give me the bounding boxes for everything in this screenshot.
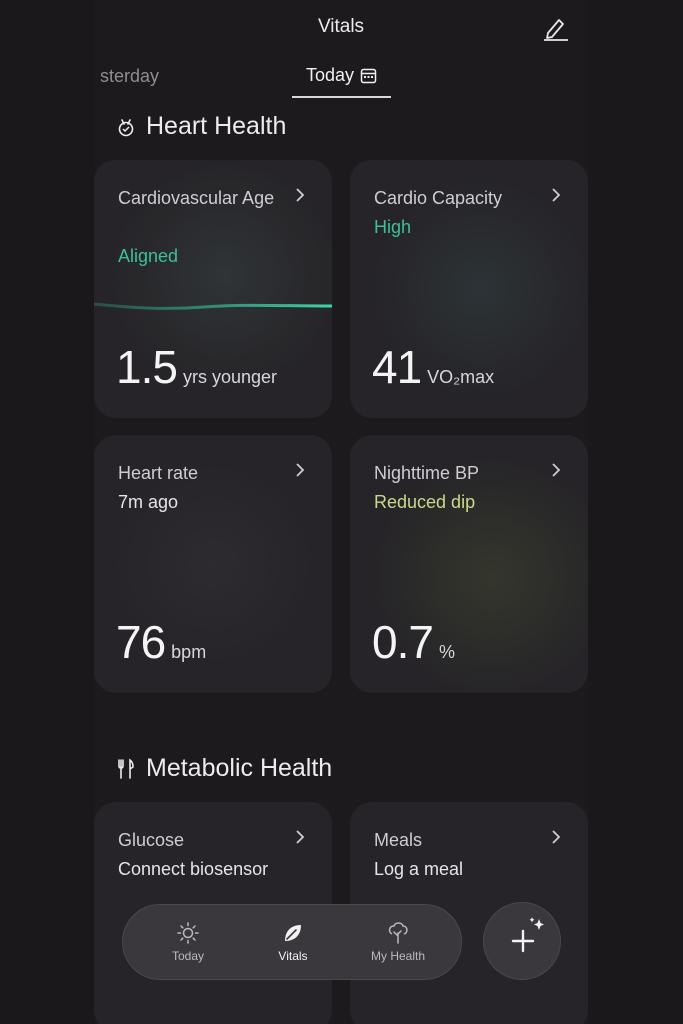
chevron-right-icon	[296, 830, 305, 844]
card-title: Nighttime BP	[374, 463, 480, 483]
bottom-nav: Today Vitals My Health	[122, 904, 462, 980]
status-high: High	[374, 217, 412, 237]
chevron-right-icon	[296, 188, 305, 202]
card-title: Cardiovascular Age	[118, 188, 275, 208]
value-unit: yrs younger	[182, 367, 277, 387]
card-title: Glucose	[118, 830, 185, 850]
heart-health-title: Heart Health	[146, 112, 287, 140]
tab-today[interactable]: Today	[292, 62, 391, 98]
tab-today-label: Today	[305, 65, 355, 85]
chevron-right-icon	[296, 463, 305, 477]
chevron-right-icon	[552, 463, 561, 477]
day-tabs: sterday Today	[94, 62, 588, 98]
value-unit: VO₂max	[427, 367, 495, 387]
card-value: 1.5 yrs younger	[116, 340, 277, 394]
card-title: Meals	[374, 830, 423, 850]
tree-icon	[388, 922, 408, 944]
chevron-right-icon	[552, 188, 561, 202]
status-reduced-dip: Reduced dip	[374, 492, 476, 512]
page-title: Vitals	[317, 16, 365, 37]
card-title: Heart rate	[118, 463, 199, 483]
nav-vitals-label: Vitals	[278, 949, 308, 963]
card-title: Cardio Capacity	[374, 188, 503, 208]
card-value: 76 bpm	[116, 615, 206, 669]
nav-vitals[interactable]: Vitals	[248, 921, 338, 963]
card-heart-rate[interactable]: Heart rate 7m ago 76 bpm	[94, 435, 332, 693]
leaf-icon	[285, 925, 301, 941]
metabolic-health-title: Metabolic Health	[146, 754, 333, 782]
nav-today[interactable]: Today	[143, 921, 233, 963]
value-number: 1.5	[116, 341, 178, 393]
value-number: 41	[372, 341, 422, 393]
card-value: 41 VO₂max	[372, 340, 494, 394]
last-updated: 7m ago	[118, 492, 179, 512]
trend-line	[94, 302, 332, 310]
card-value: 0.7 %	[372, 615, 455, 669]
value-number: 0.7	[372, 616, 434, 668]
connect-biosensor: Connect biosensor	[118, 859, 269, 879]
nav-my-health-label: My Health	[370, 949, 426, 963]
status-aligned: Aligned	[118, 246, 179, 266]
sun-icon	[177, 922, 199, 944]
value-unit: bpm	[171, 642, 207, 662]
plus-sparkle-icon	[511, 917, 544, 953]
card-nighttime-bp[interactable]: Nighttime BP Reduced dip 0.7 %	[350, 435, 588, 693]
pencil-icon[interactable]	[540, 12, 570, 42]
calendar-icon	[360, 68, 377, 84]
heart-health-icon	[118, 118, 134, 136]
heart-health-header: Heart Health	[116, 112, 286, 141]
tab-yesterday[interactable]: sterday	[100, 66, 159, 87]
value-number: 76	[116, 616, 166, 668]
vitals-screen: Vitals sterday Today Heart Health Cardio…	[94, 0, 588, 1024]
metabolic-health-header: Metabolic Health	[116, 754, 332, 783]
fork-knife-icon	[118, 758, 134, 779]
nav-my-health[interactable]: My Health	[353, 921, 443, 963]
nav-today-label: Today	[171, 949, 205, 963]
card-cardiovascular-age[interactable]: Cardiovascular Age Aligned 1.5 yrs young…	[94, 160, 332, 418]
chevron-right-icon	[552, 830, 561, 844]
value-unit: %	[438, 642, 455, 662]
card-cardio-capacity[interactable]: Cardio Capacity High 41 VO₂max	[350, 160, 588, 418]
log-a-meal: Log a meal	[374, 859, 464, 879]
add-button[interactable]	[483, 902, 561, 980]
